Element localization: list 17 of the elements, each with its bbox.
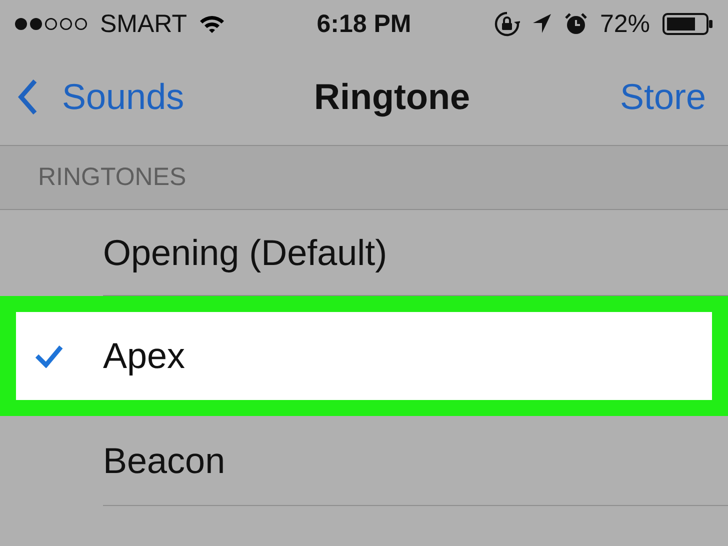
ringtone-name: Beacon	[103, 440, 226, 482]
rotation-lock-icon	[494, 11, 520, 37]
alarm-clock-icon	[564, 12, 588, 36]
section-header: RINGTONES	[38, 163, 186, 192]
wifi-icon	[199, 14, 226, 34]
chevron-left-icon	[18, 78, 38, 114]
signal-icon	[14, 16, 88, 32]
carrier-name: SMART	[100, 10, 188, 38]
ringtone-name: Apex	[103, 335, 186, 377]
location-arrow-icon	[532, 13, 552, 35]
ringtone-row[interactable]: Apex	[0, 296, 728, 416]
ringtone-name: Opening (Default)	[103, 232, 388, 274]
battery-icon	[662, 12, 714, 36]
clock-time: 6:18 PM	[316, 10, 412, 38]
page-title: Ringtone	[314, 76, 470, 118]
battery-percentage: 72%	[600, 10, 650, 38]
ringtone-row[interactable]: Beacon	[0, 416, 728, 506]
